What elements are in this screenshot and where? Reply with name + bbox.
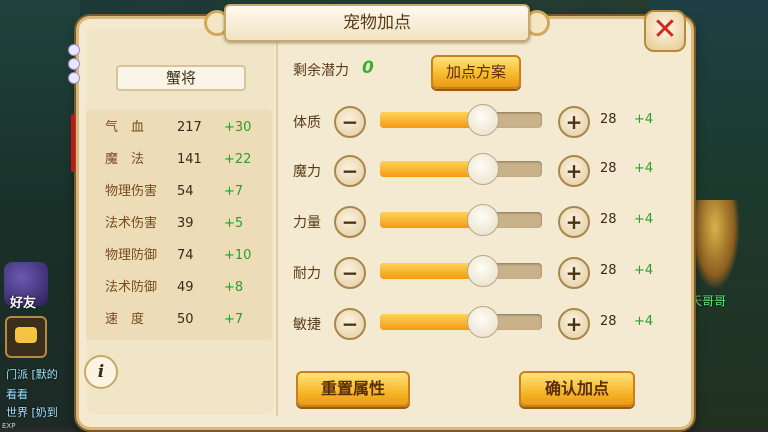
info-button[interactable]: i: [84, 355, 118, 389]
title-bar: 宠物加点: [224, 4, 530, 42]
stat-value: 141: [177, 152, 202, 167]
remaining-potential-label: 剩余潜力: [293, 63, 349, 79]
plus-icon: +: [565, 312, 583, 336]
minus-icon: −: [341, 261, 359, 285]
stat-name: 魔 法: [105, 152, 145, 167]
minus-icon: −: [341, 159, 359, 183]
stat-value: 54: [177, 184, 194, 199]
stat-value: 39: [177, 216, 194, 231]
chat-line-world: 世界 [奶到: [6, 406, 58, 419]
reset-attributes-button[interactable]: 重置属性: [296, 371, 410, 407]
stat-value: 49: [177, 280, 194, 295]
attribute-value: 28: [600, 314, 617, 329]
slider-handle[interactable]: [467, 104, 500, 136]
plus-icon: +: [565, 261, 583, 285]
chat-line-sect: 门派 [默的: [6, 368, 58, 381]
stat-bonus: +8: [224, 280, 244, 295]
stat-row: 物理伤害 54 +7: [86, 180, 272, 204]
slider-handle[interactable]: [467, 255, 500, 287]
stat-name: 速 度: [105, 312, 145, 327]
attribute-slider[interactable]: [380, 104, 542, 136]
minus-icon: −: [341, 110, 359, 134]
stat-bonus: +10: [224, 248, 252, 263]
allocation-scheme-button[interactable]: 加点方案: [431, 55, 521, 89]
attribute-row: 体质 − +28 +4: [290, 104, 660, 138]
stat-row: 气 血 217 +30: [86, 116, 272, 140]
slider-handle[interactable]: [467, 153, 500, 185]
exp-label: EXP: [2, 422, 16, 430]
attribute-name: 力量: [293, 215, 321, 231]
attribute-slider[interactable]: [380, 204, 542, 236]
stat-bonus: +7: [224, 312, 244, 327]
stat-name: 法术防御: [105, 280, 158, 295]
decrease-button[interactable]: −: [334, 308, 366, 340]
slider-handle[interactable]: [467, 204, 500, 236]
stat-bonus: +7: [224, 184, 244, 199]
attribute-value: 28: [600, 212, 617, 227]
stat-row: 法术伤害 39 +5: [86, 212, 272, 236]
attribute-value: 28: [600, 112, 617, 127]
chat-line-look: 看看: [6, 388, 28, 401]
plus-icon: +: [565, 159, 583, 183]
plus-icon: +: [565, 210, 583, 234]
attribute-added: +4: [634, 161, 654, 176]
attribute-name: 体质: [293, 115, 321, 131]
close-x-icon: ✕: [652, 12, 678, 47]
stat-name: 物理防御: [105, 248, 158, 263]
increase-button[interactable]: +: [558, 106, 590, 138]
stat-value: 74: [177, 248, 194, 263]
stat-bonus: +5: [224, 216, 244, 231]
friends-label: 好友: [10, 296, 37, 311]
minus-icon: −: [341, 312, 359, 336]
attribute-row: 耐力 − +28 +4: [290, 255, 660, 289]
increase-button[interactable]: +: [558, 206, 590, 238]
attribute-row: 力量 − +28 +4: [290, 204, 660, 238]
stat-name: 物理伤害: [105, 184, 158, 199]
decrease-button[interactable]: −: [334, 155, 366, 187]
attribute-added: +4: [634, 263, 654, 278]
attribute-added: +4: [634, 314, 654, 329]
increase-button[interactable]: +: [558, 308, 590, 340]
panel-title: 宠物加点: [343, 13, 411, 33]
stat-name: 气 血: [105, 120, 145, 135]
info-icon: i: [97, 362, 105, 382]
remaining-potential-value: 0: [362, 58, 374, 78]
decrease-button[interactable]: −: [334, 106, 366, 138]
attribute-value: 28: [600, 263, 617, 278]
stat-row: 物理防御 74 +10: [86, 244, 272, 268]
minus-icon: −: [341, 210, 359, 234]
decrease-button[interactable]: −: [334, 257, 366, 289]
pet-name: 蟹将: [116, 65, 246, 91]
attribute-added: +4: [634, 212, 654, 227]
stat-value: 50: [177, 312, 194, 327]
attribute-slider[interactable]: [380, 255, 542, 287]
stat-row: 法术防御 49 +8: [86, 276, 272, 300]
confirm-allocation-button[interactable]: 确认加点: [519, 371, 635, 407]
stat-row: 速 度 50 +7: [86, 308, 272, 332]
attribute-name: 耐力: [293, 266, 321, 282]
stat-bonus: +22: [224, 152, 252, 167]
stat-row: 魔 法 141 +22: [86, 148, 272, 172]
attribute-name: 敏捷: [293, 317, 321, 333]
attribute-name: 魔力: [293, 164, 321, 180]
attribute-slider[interactable]: [380, 153, 542, 185]
stat-name: 法术伤害: [105, 216, 158, 231]
close-button[interactable]: ✕: [644, 10, 686, 52]
attribute-value: 28: [600, 161, 617, 176]
attribute-row: 魔力 − +28 +4: [290, 153, 660, 187]
stat-bonus: +30: [224, 120, 252, 135]
stat-value: 217: [177, 120, 202, 135]
slider-handle[interactable]: [467, 306, 500, 338]
pane-divider: [276, 30, 278, 416]
plus-icon: +: [565, 110, 583, 134]
npc-character[interactable]: [690, 200, 740, 290]
increase-button[interactable]: +: [558, 257, 590, 289]
tassel-ornament-icon: [68, 44, 80, 172]
chat-icon[interactable]: [5, 316, 47, 358]
attribute-row: 敏捷 − +28 +4: [290, 306, 660, 340]
decrease-button[interactable]: −: [334, 206, 366, 238]
attribute-slider[interactable]: [380, 306, 542, 338]
attribute-added: +4: [634, 112, 654, 127]
increase-button[interactable]: +: [558, 155, 590, 187]
